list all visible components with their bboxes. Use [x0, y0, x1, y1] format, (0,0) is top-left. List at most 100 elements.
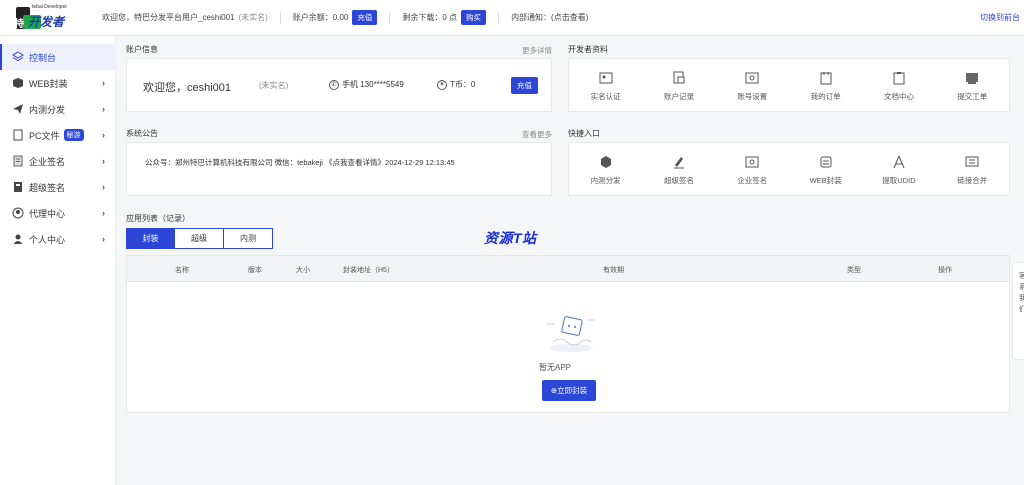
quick-item-merge[interactable]: 链接合并 — [936, 143, 1009, 195]
header-downloads: 剩余下载：0 点 购买 — [402, 10, 487, 25]
chevron-right-icon: › — [102, 208, 105, 218]
web-pack-icon — [820, 156, 832, 168]
header-welcome-text: 欢迎您，特巴分发平台用户_ceshi001 — [102, 13, 235, 22]
column-header-actions: 操作 — [938, 267, 952, 274]
internal-notice-link[interactable]: 内部通知：(点击查看) — [511, 12, 588, 23]
quick-item-super-sign[interactable]: 超级签名 — [642, 143, 715, 195]
settings-icon — [745, 72, 759, 84]
column-header-address: 封装地址（H5） — [343, 267, 394, 274]
logo[interactable]: 特 开发者 tebai Developer — [14, 3, 88, 33]
column-header-name: 名称 — [175, 267, 189, 274]
sidebar-item-label: 内测分发 — [29, 104, 66, 115]
yen-icon: ¥ — [437, 79, 447, 90]
sidebar-item-personal-center[interactable]: 个人中心 › — [0, 226, 115, 252]
developer-item-label: 我的订单 — [810, 92, 841, 101]
logo-text-a: 特 — [14, 18, 24, 30]
watermark-text: 资源T站 — [484, 230, 537, 246]
header-unreal: (未实名) — [238, 13, 268, 22]
notice-card: 公众号：郑州特巴计算机科技有限公司 微信：tebakeji 《点我查看详情》20… — [126, 142, 552, 196]
account-coins-text: T币：0 — [450, 80, 476, 89]
apps-title: 应用列表（记录） — [126, 214, 190, 223]
logo-text-b: 开发者 — [28, 14, 65, 29]
sidebar-item-label: 代理中心 — [29, 208, 66, 219]
quick-item-label: 链接合并 — [957, 176, 988, 185]
buy-button[interactable]: 购买 — [461, 10, 487, 25]
downloads-label: 剩余下载：0 点 — [402, 13, 458, 22]
switch-frontend-link[interactable]: 切换到前台 — [980, 12, 1020, 23]
tab-super[interactable]: 超级 — [175, 228, 224, 249]
ticket-icon — [966, 73, 979, 84]
sidebar-item-label: PC文件 — [29, 130, 60, 141]
float-line: 客 — [1019, 273, 1024, 280]
quick-item-label: 超级签名 — [663, 176, 694, 185]
document-icon — [12, 155, 24, 167]
quick-grid: 内测分发 超级签名 企业签名 WEB封装 提取UDID 链接合并 — [569, 143, 1009, 195]
sidebar-item-console[interactable]: 控制台 — [0, 44, 115, 70]
account-unreal: (未实名) — [259, 81, 289, 90]
developer-item-label: 提交工单 — [957, 92, 988, 101]
chevron-right-icon: › — [102, 78, 105, 88]
sidebar-item-label: 企业签名 — [29, 156, 66, 167]
empty-box-icon — [547, 316, 595, 352]
notice-more-link[interactable]: 查看更多 — [522, 129, 552, 140]
account-coins: ¥ T币：0 — [437, 79, 475, 90]
phone-icon: ✆ — [329, 79, 339, 90]
account-more-link[interactable]: 更多详情 — [522, 45, 552, 56]
developer-item-realname[interactable]: 实名认证 — [569, 59, 642, 111]
sidebar-item-label: 超级签名 — [29, 182, 66, 193]
quick-item-label: 企业签名 — [737, 176, 768, 185]
quick-title: 快捷入口 — [568, 129, 600, 138]
account-phone: ✆ 手机 130****5549 — [329, 79, 404, 90]
table-header: 名称 版本 大小 封装地址（H5） 有效期 类型 操作 — [127, 256, 1009, 282]
developer-item-docs[interactable]: 文档中心 — [862, 59, 935, 111]
agent-icon — [12, 207, 24, 219]
divider — [389, 11, 391, 24]
quick-item-enterprise-sign[interactable]: 企业签名 — [716, 143, 789, 195]
user-icon — [12, 233, 24, 245]
pen-icon — [673, 157, 684, 169]
tab-beta[interactable]: 内测 — [224, 228, 273, 249]
account-card: 欢迎您，ceshi001 (未实名) ✆ 手机 130****5549 ¥ T币… — [126, 58, 552, 112]
quick-item-distribute[interactable]: 内测分发 — [569, 143, 642, 195]
chevron-right-icon: › — [102, 234, 105, 244]
chevron-right-icon: › — [102, 104, 105, 114]
developer-item-label: 账号设置 — [737, 92, 768, 101]
record-icon — [673, 71, 685, 84]
notice-text[interactable]: 公众号：郑州特巴计算机科技有限公司 微信：tebakeji 《点我查看详情》20… — [145, 157, 455, 168]
sidebar-item-web-pack[interactable]: WEB封装 › — [0, 70, 115, 96]
enterprise-icon — [745, 156, 759, 168]
balance-label: 账户余额：0.00 — [292, 13, 349, 22]
float-line: 我 — [1019, 295, 1024, 302]
developer-item-orders[interactable]: 我的订单 — [789, 59, 862, 111]
quick-item-web-pack[interactable]: WEB封装 — [789, 143, 862, 195]
developer-item-records[interactable]: 账户记录 — [642, 59, 715, 111]
account-charge-button[interactable]: 充值 — [511, 77, 538, 94]
column-header-type: 类型 — [847, 267, 861, 274]
float-line: 们 — [1019, 306, 1024, 313]
tab-pack[interactable]: 封装 — [126, 228, 175, 249]
quick-item-udid[interactable]: 提取UDID — [862, 143, 935, 195]
customer-service-float[interactable]: 客 系 我 们 — [1012, 262, 1024, 360]
pack-now-button[interactable]: ⊕立即封装 — [542, 380, 596, 401]
layers-icon — [12, 51, 24, 63]
quick-item-label: 内测分发 — [590, 176, 621, 185]
sidebar-item-pc-file[interactable]: PC文件 秘游 › — [0, 122, 115, 148]
sidebar-item-enterprise-sign[interactable]: 企业签名 › — [0, 148, 115, 174]
account-phone-text: 手机 130****5549 — [342, 80, 404, 89]
developer-item-label: 实名认证 — [590, 92, 621, 101]
sidebar-item-agent-center[interactable]: 代理中心 › — [0, 200, 115, 226]
recharge-button[interactable]: 充值 — [352, 10, 378, 25]
chevron-right-icon: › — [102, 182, 105, 192]
notice-title: 系统公告 — [126, 129, 158, 138]
sidebar-item-label: WEB封装 — [29, 78, 68, 89]
sidebar-item-beta-distribute[interactable]: 内测分发 › — [0, 96, 115, 122]
top-bar: 特 开发者 tebai Developer 欢迎您，特巴分发平台用户_ceshi… — [0, 0, 1024, 36]
sidebar-item-super-sign[interactable]: 超级签名 › — [0, 174, 115, 200]
account-title: 账户信息 — [126, 45, 158, 54]
id-card-icon — [599, 72, 613, 84]
chevron-right-icon: › — [102, 130, 105, 140]
developer-item-settings[interactable]: 账号设置 — [716, 59, 789, 111]
developer-item-ticket[interactable]: 提交工单 — [936, 59, 1009, 111]
docs-icon — [893, 72, 905, 85]
header-balance: 账户余额：0.00 充值 — [293, 10, 378, 25]
